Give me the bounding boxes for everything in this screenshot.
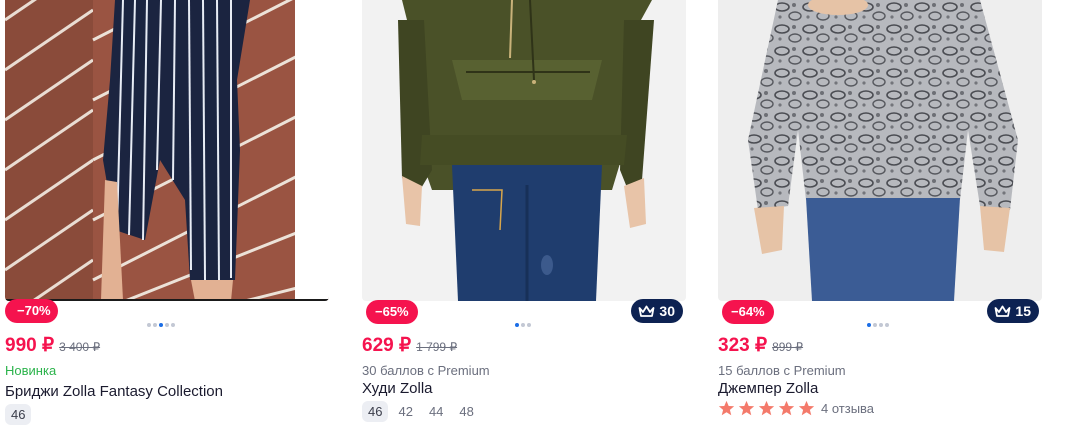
carousel-dot[interactable] [885, 323, 889, 327]
price-row: 990 ₽ 3 400 ₽ [5, 334, 100, 357]
star-icon [798, 400, 815, 416]
premium-points: 15 [1015, 303, 1031, 319]
premium-points: 30 [659, 303, 675, 319]
rating[interactable]: 4 отзыва [718, 400, 874, 417]
carousel-dot-active[interactable] [867, 323, 871, 327]
price-row: 323 ₽ 899 ₽ [718, 334, 803, 357]
carousel-dot[interactable] [171, 323, 175, 327]
product-card[interactable]: −70% 990 ₽ 3 400 ₽ Новинка Бриджи Zolla … [5, 0, 329, 427]
premium-points-badge[interactable]: 15 [987, 299, 1039, 323]
crown-icon [639, 305, 655, 317]
discount-badge: −65% [366, 300, 418, 324]
star-icon [758, 400, 775, 416]
price: 990 ₽ [5, 335, 55, 356]
product-photo[interactable] [362, 0, 686, 301]
size-list: 46 [5, 404, 32, 425]
size-option[interactable]: 44 [423, 401, 449, 422]
size-option[interactable]: 48 [453, 401, 479, 422]
reviews-link[interactable]: 4 отзыва [821, 401, 874, 416]
new-label: Новинка [5, 363, 57, 378]
old-price: 899 ₽ [772, 340, 804, 354]
carousel-dot-active[interactable] [515, 323, 519, 327]
discount-badge: −70% [5, 299, 58, 323]
premium-points-text: 30 баллов с Premium [362, 363, 490, 378]
carousel-dot[interactable] [147, 323, 151, 327]
size-option[interactable]: 42 [392, 401, 418, 422]
product-card[interactable]: −65% 30 629 ₽ 1 799 ₽ 30 баллов с Premiu… [362, 0, 686, 427]
price: 629 ₽ [362, 335, 412, 356]
carousel-dots[interactable] [515, 323, 531, 327]
price-row: 629 ₽ 1 799 ₽ [362, 334, 457, 357]
product-name[interactable]: Худи Zolla [362, 380, 433, 397]
old-price: 3 400 ₽ [59, 340, 101, 354]
premium-points-badge[interactable]: 30 [631, 299, 683, 323]
carousel-dot[interactable] [153, 323, 157, 327]
star-icon [738, 400, 755, 416]
carousel-dot[interactable] [165, 323, 169, 327]
size-option[interactable]: 46 [5, 404, 32, 425]
carousel-dot[interactable] [879, 323, 883, 327]
carousel-dots[interactable] [147, 323, 175, 327]
crown-icon [995, 305, 1011, 317]
old-price: 1 799 ₽ [416, 340, 458, 354]
carousel-dots[interactable] [867, 323, 889, 327]
product-card[interactable]: −64% 15 323 ₽ 899 ₽ 15 баллов с Premium … [718, 0, 1042, 427]
discount-badge: −64% [722, 300, 774, 324]
price: 323 ₽ [718, 335, 768, 356]
product-name[interactable]: Джемпер Zolla [718, 380, 818, 397]
product-photo[interactable] [5, 0, 329, 301]
size-option[interactable]: 46 [362, 401, 389, 422]
size-list: 46 42 44 48 [362, 401, 480, 422]
product-photo[interactable] [718, 0, 1042, 301]
premium-points-text: 15 баллов с Premium [718, 363, 846, 378]
carousel-dot[interactable] [873, 323, 877, 327]
carousel-dot[interactable] [521, 323, 525, 327]
product-name[interactable]: Бриджи Zolla Fantasy Collection [5, 383, 223, 400]
star-icon [718, 400, 735, 416]
carousel-dot-active[interactable] [159, 323, 163, 327]
carousel-dot[interactable] [527, 323, 531, 327]
star-icon [778, 400, 795, 416]
